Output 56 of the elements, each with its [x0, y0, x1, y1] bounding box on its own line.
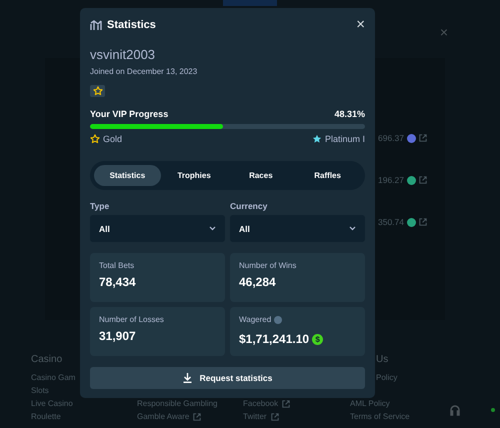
vip-progress-label: Your VIP Progress [90, 109, 168, 120]
footer-link[interactable]: Roulette [31, 412, 61, 422]
current-level: Gold [103, 134, 122, 144]
stat-value: 78,434 [99, 275, 136, 290]
filter-label: Type [90, 201, 110, 212]
footer-link[interactable]: Twitter [243, 412, 267, 422]
status-dot [491, 408, 495, 412]
footer-heading: Us [376, 354, 388, 365]
stat-value: 46,284 [239, 275, 276, 290]
star-icon [312, 134, 322, 144]
stat-label: Number of Losses [99, 315, 164, 324]
footer-link[interactable]: AML Policy [350, 399, 390, 409]
footer-link[interactable]: Terms of Service [350, 412, 410, 422]
tab[interactable]: Statistics [94, 165, 161, 186]
stat-value: 31,907 [99, 329, 136, 344]
footer-link[interactable]: Casino Gam [31, 373, 76, 383]
stat-label: Number of Wins [239, 261, 296, 270]
footer-link[interactable]: Facebook [243, 399, 278, 409]
chevron-down-icon [209, 226, 216, 232]
close-button[interactable]: × [440, 24, 448, 46]
external-link-icon [419, 218, 427, 226]
headset-icon[interactable] [449, 404, 461, 417]
footer-link[interactable]: Slots [31, 386, 49, 396]
amount-text: 350.74 [378, 217, 404, 227]
info-icon[interactable] [274, 316, 282, 324]
chevron-down-icon [349, 226, 356, 232]
external-link-icon [419, 176, 427, 184]
next-level: Platinum I [324, 134, 365, 144]
joined-date: Joined on December 13, 2023 [90, 67, 198, 76]
amount-text: 696.37 [378, 133, 404, 143]
tab[interactable]: Races [228, 165, 294, 186]
footer-link[interactable]: Policy [376, 373, 398, 383]
footer-link[interactable]: Gamble Aware [137, 412, 190, 422]
external-link-icon [419, 134, 427, 142]
close-button[interactable]: × [356, 17, 365, 32]
filter-dropdown[interactable]: All [230, 215, 365, 242]
tab[interactable]: Raffles [294, 165, 361, 186]
star-icon [92, 86, 102, 96]
footer-link[interactable]: Responsible Gambling [137, 399, 218, 409]
amount-text: 196.27 [378, 175, 404, 185]
currency-badge: $ [312, 334, 324, 345]
star-icon [90, 134, 100, 144]
stat-label: Total Bets [99, 261, 134, 270]
footer-heading: Casino [31, 354, 62, 365]
filter-label: Currency [230, 201, 268, 212]
username: vsvinit2003 [90, 47, 156, 62]
download-icon [182, 373, 192, 384]
stat-value: $1,71,241.10 [239, 332, 310, 346]
chart-icon [90, 20, 102, 30]
stat-label: Wagered [239, 315, 272, 324]
request-statistics-button[interactable]: Request statistics [90, 367, 365, 389]
modal-title: Statistics [107, 18, 156, 30]
vip-progress-percent: 48.31% [334, 109, 365, 120]
filter-dropdown[interactable]: All [90, 215, 225, 242]
tab[interactable]: Trophies [160, 165, 228, 186]
footer-link[interactable]: Live Casino [31, 399, 73, 409]
